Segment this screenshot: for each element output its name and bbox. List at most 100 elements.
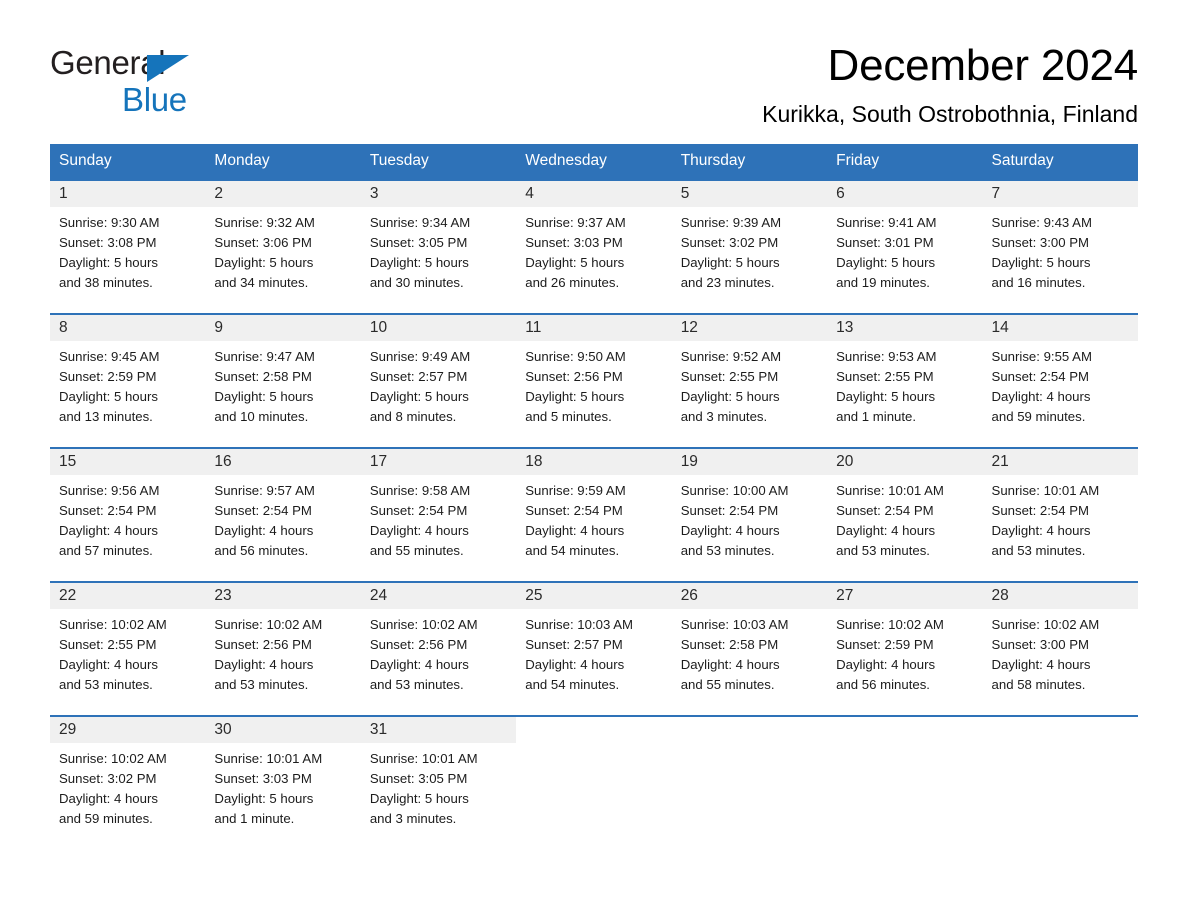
daylight-text-line2: and 8 minutes. — [369, 409, 457, 425]
sunrise-text: Sunrise: 9:47 AM — [214, 348, 315, 364]
sunrise-text: Sunrise: 10:01 AM — [214, 750, 323, 766]
calendar-day-cell[interactable]: 8 Sunrise: 9:45 AM Sunset: 2:59 PM Daylight… — [50, 312, 206, 447]
daylight-text-line2: and 58 minutes. — [991, 677, 1086, 693]
calendar-week-row: 29 Sunrise: 10:02 AM Sunset: 3:02 PM Daylig… — [50, 714, 1138, 849]
calendar-day-cell[interactable]: 5 Sunrise: 9:39 AM Sunset: 3:02 PM Daylight… — [671, 178, 828, 313]
sunset-text: Sunset: 2:54 PM — [369, 503, 468, 519]
daylight-text-line2: and 3 minutes. — [680, 409, 768, 425]
day-info: Sunrise: 9:39 AM Sunset: 3:02 PM Daylight:… — [672, 207, 827, 294]
sunrise-text: Sunrise: 10:03 AM — [525, 616, 634, 632]
sunset-text: Sunset: 3:05 PM — [369, 235, 468, 251]
daylight-text-line2: and 38 minutes. — [59, 275, 153, 291]
daylight-text-line2: and 53 minutes. — [369, 677, 464, 693]
day-number: 8 — [50, 314, 206, 341]
day-number: 25 — [516, 582, 672, 609]
day-number: 17 — [360, 448, 517, 475]
sunset-text: Sunset: 2:56 PM — [369, 637, 468, 653]
daylight-text-line1: Daylight: 5 hours — [59, 389, 158, 405]
calendar-day-cell[interactable]: 7 Sunrise: 9:43 AM Sunset: 3:00 PM Daylight… — [982, 178, 1138, 313]
sunset-text: Sunset: 3:03 PM — [214, 771, 312, 787]
daylight-text-line2: and 16 minutes. — [991, 275, 1086, 291]
calendar-day-cell[interactable]: 2 Sunrise: 9:32 AM Sunset: 3:06 PM Daylight… — [205, 178, 361, 313]
sunset-text: Sunset: 2:55 PM — [836, 369, 934, 385]
day-number: 1 — [50, 180, 206, 207]
calendar-day-cell[interactable]: 6 Sunrise: 9:41 AM Sunset: 3:01 PM Daylight… — [827, 178, 983, 313]
day-info: Sunrise: 9:37 AM Sunset: 3:03 PM Daylight:… — [516, 207, 671, 294]
daylight-text-line2: and 53 minutes. — [836, 543, 930, 559]
day-info: Sunrise: 10:02 AM Sunset: 2:56 PM Daylight… — [205, 609, 360, 696]
general-blue-logo[interactable]: General Blue — [50, 42, 200, 116]
day-info: Sunrise: 9:34 AM Sunset: 3:05 PM Daylight:… — [361, 207, 516, 294]
sunset-text: Sunset: 2:58 PM — [214, 369, 312, 385]
day-info: Sunrise: 9:41 AM Sunset: 3:01 PM Daylight:… — [827, 207, 982, 294]
calendar-day-cell[interactable]: 19 Sunrise: 10:00 AM Sunset: 2:54 PM Daylig… — [671, 446, 828, 581]
day-number: 5 — [671, 180, 828, 207]
day-number: 2 — [205, 180, 361, 207]
weekday-header-saturday: Saturday — [982, 143, 1138, 179]
sunrise-text: Sunrise: 10:02 AM — [836, 616, 944, 632]
daylight-text-line2: and 26 minutes. — [525, 275, 620, 291]
daylight-text-line1: Daylight: 4 hours — [525, 657, 625, 673]
calendar-day-cell[interactable]: 26 Sunrise: 10:03 AM Sunset: 2:58 PM Daylig… — [671, 580, 828, 715]
day-info: Sunrise: 9:58 AM Sunset: 2:54 PM Daylight:… — [361, 475, 516, 562]
calendar-day-cell[interactable]: 13 Sunrise: 9:53 AM Sunset: 2:55 PM Dayligh… — [827, 312, 983, 447]
day-info: Sunrise: 10:02 AM Sunset: 2:56 PM Daylight… — [361, 609, 516, 696]
calendar-day-cell[interactable]: 15 Sunrise: 9:56 AM Sunset: 2:54 PM Dayligh… — [50, 446, 206, 581]
calendar-day-cell[interactable]: 9 Sunrise: 9:47 AM Sunset: 2:58 PM Daylight… — [205, 312, 361, 447]
sunrise-text: Sunrise: 9:50 AM — [525, 348, 626, 364]
page-title: December 2024 — [827, 41, 1139, 90]
day-number: 31 — [360, 716, 517, 743]
triangle-logo-icon — [147, 55, 189, 82]
sunrise-text: Sunrise: 9:49 AM — [369, 348, 471, 364]
calendar-day-cell[interactable]: 16 Sunrise: 9:57 AM Sunset: 2:54 PM Dayligh… — [205, 446, 361, 581]
sunset-text: Sunset: 2:57 PM — [525, 637, 623, 653]
calendar-day-cell[interactable]: 3 Sunrise: 9:34 AM Sunset: 3:05 PM Daylight… — [360, 178, 517, 313]
calendar-day-cell[interactable]: 21 Sunrise: 10:01 AM Sunset: 2:54 PM Daylig… — [982, 446, 1138, 581]
calendar-day-cell[interactable]: 17 Sunrise: 9:58 AM Sunset: 2:54 PM Dayligh… — [360, 446, 517, 581]
sunrise-text: Sunrise: 9:59 AM — [525, 482, 626, 498]
calendar-day-cell-empty — [516, 714, 672, 849]
daylight-text-line1: Daylight: 4 hours — [525, 523, 625, 539]
day-number: 9 — [205, 314, 361, 341]
sunrise-text: Sunrise: 9:52 AM — [680, 348, 782, 364]
sunset-text: Sunset: 2:54 PM — [214, 503, 312, 519]
calendar-day-cell[interactable]: 28 Sunrise: 10:02 AM Sunset: 3:00 PM Daylig… — [982, 580, 1138, 715]
day-info: Sunrise: 9:49 AM Sunset: 2:57 PM Daylight:… — [361, 341, 516, 428]
sunrise-text: Sunrise: 10:02 AM — [369, 616, 478, 632]
day-number: 30 — [205, 716, 361, 743]
daylight-text-line2: and 23 minutes. — [680, 275, 775, 291]
daylight-text-line1: Daylight: 4 hours — [680, 523, 780, 539]
daylight-text-line1: Daylight: 5 hours — [214, 255, 314, 271]
calendar-day-cell[interactable]: 29 Sunrise: 10:02 AM Sunset: 3:02 PM Daylig… — [50, 714, 206, 849]
day-info: Sunrise: 9:32 AM Sunset: 3:06 PM Daylight:… — [205, 207, 360, 294]
calendar-day-cell[interactable]: 12 Sunrise: 9:52 AM Sunset: 2:55 PM Dayligh… — [671, 312, 828, 447]
calendar-day-cell[interactable]: 30 Sunrise: 10:01 AM Sunset: 3:03 PM Daylig… — [205, 714, 361, 849]
calendar-day-cell[interactable]: 22 Sunrise: 10:02 AM Sunset: 2:55 PM Daylig… — [50, 580, 206, 715]
day-info: Sunrise: 9:47 AM Sunset: 2:58 PM Daylight:… — [205, 341, 360, 428]
sunrise-text: Sunrise: 10:02 AM — [59, 750, 167, 766]
calendar-day-cell[interactable]: 25 Sunrise: 10:03 AM Sunset: 2:57 PM Daylig… — [516, 580, 672, 715]
day-info: Sunrise: 10:01 AM Sunset: 2:54 PM Daylight… — [983, 475, 1138, 562]
calendar-day-cell[interactable]: 4 Sunrise: 9:37 AM Sunset: 3:03 PM Daylight… — [516, 178, 672, 313]
sunset-text: Sunset: 2:54 PM — [59, 503, 157, 519]
sunset-text: Sunset: 2:54 PM — [525, 503, 623, 519]
sunset-text: Sunset: 2:54 PM — [991, 369, 1090, 385]
sunset-text: Sunset: 3:00 PM — [991, 637, 1090, 653]
calendar-day-cell[interactable]: 1 Sunrise: 9:30 AM Sunset: 3:08 PM Daylight… — [50, 178, 206, 313]
calendar-week-row: 8 Sunrise: 9:45 AM Sunset: 2:59 PM Daylight… — [50, 312, 1138, 447]
weekday-header-tuesday: Tuesday — [360, 143, 517, 179]
daylight-text-line1: Daylight: 5 hours — [680, 389, 780, 405]
calendar-day-cell[interactable]: 31 Sunrise: 10:01 AM Sunset: 3:05 PM Daylig… — [360, 714, 517, 849]
calendar-day-cell[interactable]: 20 Sunrise: 10:01 AM Sunset: 2:54 PM Daylig… — [827, 446, 983, 581]
calendar-day-cell[interactable]: 18 Sunrise: 9:59 AM Sunset: 2:54 PM Dayligh… — [516, 446, 672, 581]
day-info: Sunrise: 10:00 AM Sunset: 2:54 PM Daylight… — [672, 475, 827, 562]
calendar-day-cell[interactable]: 14 Sunrise: 9:55 AM Sunset: 2:54 PM Dayligh… — [982, 312, 1138, 447]
calendar-day-cell[interactable]: 11 Sunrise: 9:50 AM Sunset: 2:56 PM Dayligh… — [516, 312, 672, 447]
daylight-text-line1: Daylight: 4 hours — [680, 657, 780, 673]
calendar-day-cell-empty — [982, 714, 1138, 849]
daylight-text-line1: Daylight: 5 hours — [991, 255, 1091, 271]
calendar-day-cell[interactable]: 24 Sunrise: 10:02 AM Sunset: 2:56 PM Daylig… — [360, 580, 517, 715]
calendar-day-cell[interactable]: 10 Sunrise: 9:49 AM Sunset: 2:57 PM Dayligh… — [360, 312, 517, 447]
calendar-day-cell[interactable]: 23 Sunrise: 10:02 AM Sunset: 2:56 PM Daylig… — [205, 580, 361, 715]
calendar-day-cell[interactable]: 27 Sunrise: 10:02 AM Sunset: 2:59 PM Daylig… — [827, 580, 983, 715]
